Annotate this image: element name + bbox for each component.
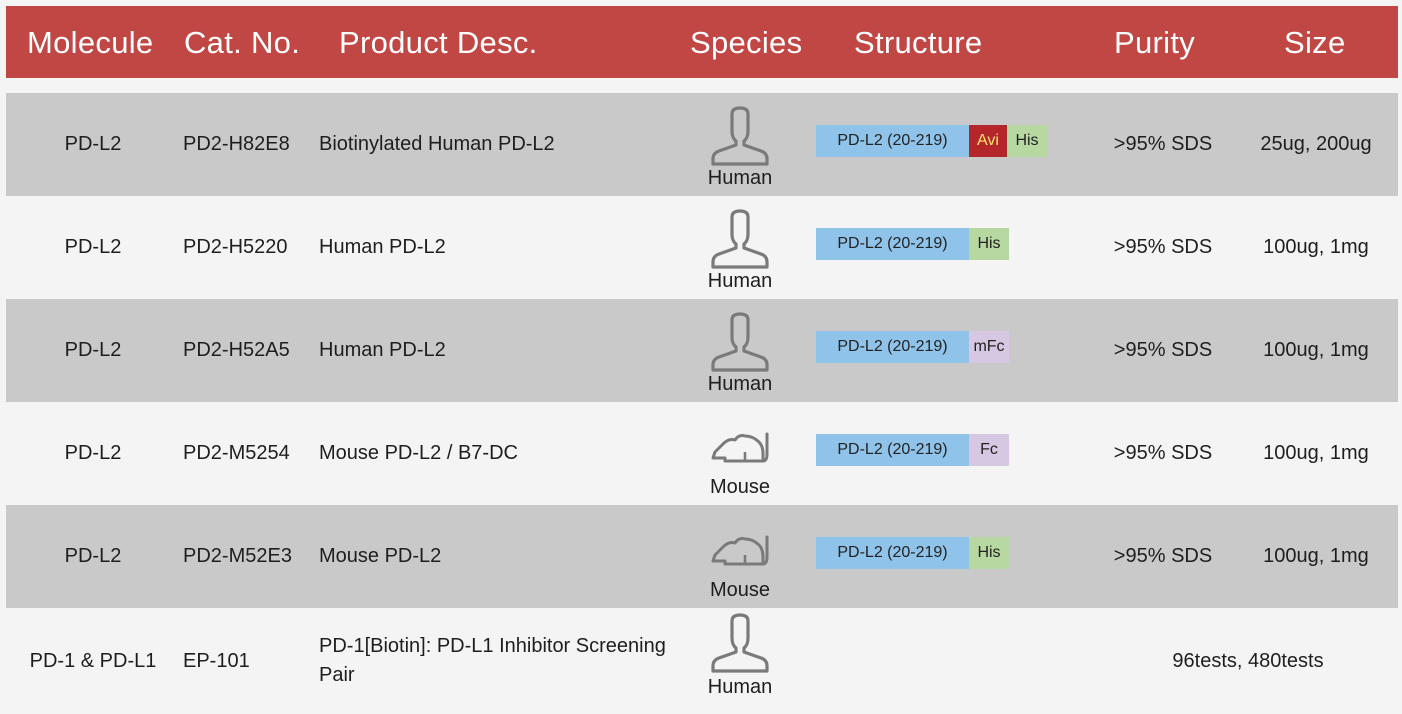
species-label: Mouse: [709, 579, 771, 601]
structure-tag-fc: Fc: [969, 434, 1009, 466]
structure-segment-main: PD-L2 (20-219): [816, 537, 969, 569]
structure-tag-avi: Avi: [969, 125, 1007, 157]
cat-no-link[interactable]: PD2-H5220: [183, 196, 313, 299]
structure-diagram: PD-L2 (20-219) mFc: [816, 331, 1009, 363]
structure-diagram: PD-L2 (20-219) His: [816, 228, 1009, 260]
species-cell: Human: [696, 196, 784, 299]
mouse-icon: [711, 535, 769, 566]
human-icon: [711, 613, 769, 673]
header-size: Size: [1284, 25, 1346, 60]
species-cell: Mouse: [696, 402, 784, 505]
purity-cell: >95% SDS: [1113, 133, 1213, 155]
species-label: Human: [707, 373, 773, 395]
product-desc: Mouse PD-L2: [319, 545, 442, 567]
structure-segment-main: PD-L2 (20-219): [816, 331, 969, 363]
cat-no-link[interactable]: PD2-M52E3: [183, 505, 313, 608]
product-desc: PD-1[Biotin]: PD-L1 Inhibitor Screening …: [319, 635, 666, 686]
species-cell: Human: [696, 608, 784, 711]
cat-no-link[interactable]: EP-101: [183, 608, 313, 714]
table-row: PD-1 & PD-L1 EP-101 PD-1[Biotin]: PD-L1 …: [6, 608, 1398, 702]
mouse-icon: [711, 432, 769, 463]
size-cell: 100ug, 1mg: [1263, 339, 1369, 361]
structure-diagram: PD-L2 (20-219) Avi His: [816, 125, 1047, 157]
size-cell: 96tests, 480tests: [1172, 649, 1324, 672]
cat-no-link[interactable]: PD2-M5254: [183, 402, 313, 505]
human-icon: [711, 106, 769, 166]
structure-segment-main: PD-L2 (20-219): [816, 434, 969, 466]
species-label: Mouse: [709, 476, 771, 498]
structure-diagram: PD-L2 (20-219) Fc: [816, 434, 1009, 466]
molecule-cell: PD-L2: [64, 236, 122, 258]
structure-segment-main: PD-L2 (20-219): [816, 125, 969, 157]
header-product-desc: Product Desc.: [339, 25, 538, 60]
purity-cell: >95% SDS: [1113, 442, 1213, 464]
product-desc: Human PD-L2: [319, 339, 446, 361]
species-cell: Human: [696, 299, 784, 402]
species-cell: Mouse: [696, 505, 784, 608]
structure-tag-his: His: [969, 537, 1009, 569]
header-species: Species: [690, 25, 803, 60]
product-desc: Biotinylated Human PD-L2: [319, 133, 555, 155]
human-icon: [711, 209, 769, 269]
purity-cell: >95% SDS: [1113, 339, 1213, 361]
human-icon: [711, 312, 769, 372]
header-molecule: Molecule: [27, 25, 154, 60]
size-cell: 100ug, 1mg: [1263, 442, 1369, 464]
header-structure: Structure: [854, 25, 983, 60]
table-header: Molecule Cat. No. Product Desc. Species …: [6, 6, 1398, 78]
molecule-cell: PD-L2: [64, 339, 122, 361]
structure-segment-main: PD-L2 (20-219): [816, 228, 969, 260]
molecule-cell: PD-L2: [64, 133, 122, 155]
structure-tag-mfc: mFc: [969, 331, 1009, 363]
table-row: PD-L2 PD2-H5220 Human PD-L2 Human PD-L2 …: [6, 196, 1398, 299]
species-label: Human: [707, 270, 773, 292]
structure-diagram: PD-L2 (20-219) His: [816, 537, 1009, 569]
header-cat-no: Cat. No.: [184, 25, 301, 60]
purity-cell: >95% SDS: [1113, 545, 1213, 567]
header-purity: Purity: [1114, 25, 1196, 60]
cat-no-link[interactable]: PD2-H52A5: [183, 299, 313, 402]
species-cell: Human: [696, 93, 784, 196]
product-desc: Mouse PD-L2 / B7-DC: [319, 442, 518, 464]
table-row: PD-L2 PD2-M52E3 Mouse PD-L2 Mouse PD-L2 …: [6, 505, 1398, 608]
structure-tag-his: His: [1007, 125, 1047, 157]
size-cell: 100ug, 1mg: [1263, 236, 1369, 258]
purity-cell: >95% SDS: [1113, 236, 1213, 258]
size-cell: 100ug, 1mg: [1263, 545, 1369, 567]
table-row: PD-L2 PD2-H52A5 Human PD-L2 Human PD-L2 …: [6, 299, 1398, 402]
molecule-cell: PD-L2: [64, 545, 122, 567]
structure-tag-his: His: [969, 228, 1009, 260]
molecule-cell: PD-1 & PD-L1: [29, 649, 157, 672]
table-row: PD-L2 PD2-H82E8 Biotinylated Human PD-L2…: [6, 93, 1398, 196]
size-cell: 25ug, 200ug: [1260, 133, 1372, 155]
species-label: Human: [707, 167, 773, 189]
molecule-cell: PD-L2: [64, 442, 122, 464]
cat-no-link[interactable]: PD2-H82E8: [183, 93, 313, 196]
product-desc: Human PD-L2: [319, 236, 446, 258]
species-label: Human: [707, 676, 773, 698]
table-row: PD-L2 PD2-M5254 Mouse PD-L2 / B7-DC Mous…: [6, 402, 1398, 505]
